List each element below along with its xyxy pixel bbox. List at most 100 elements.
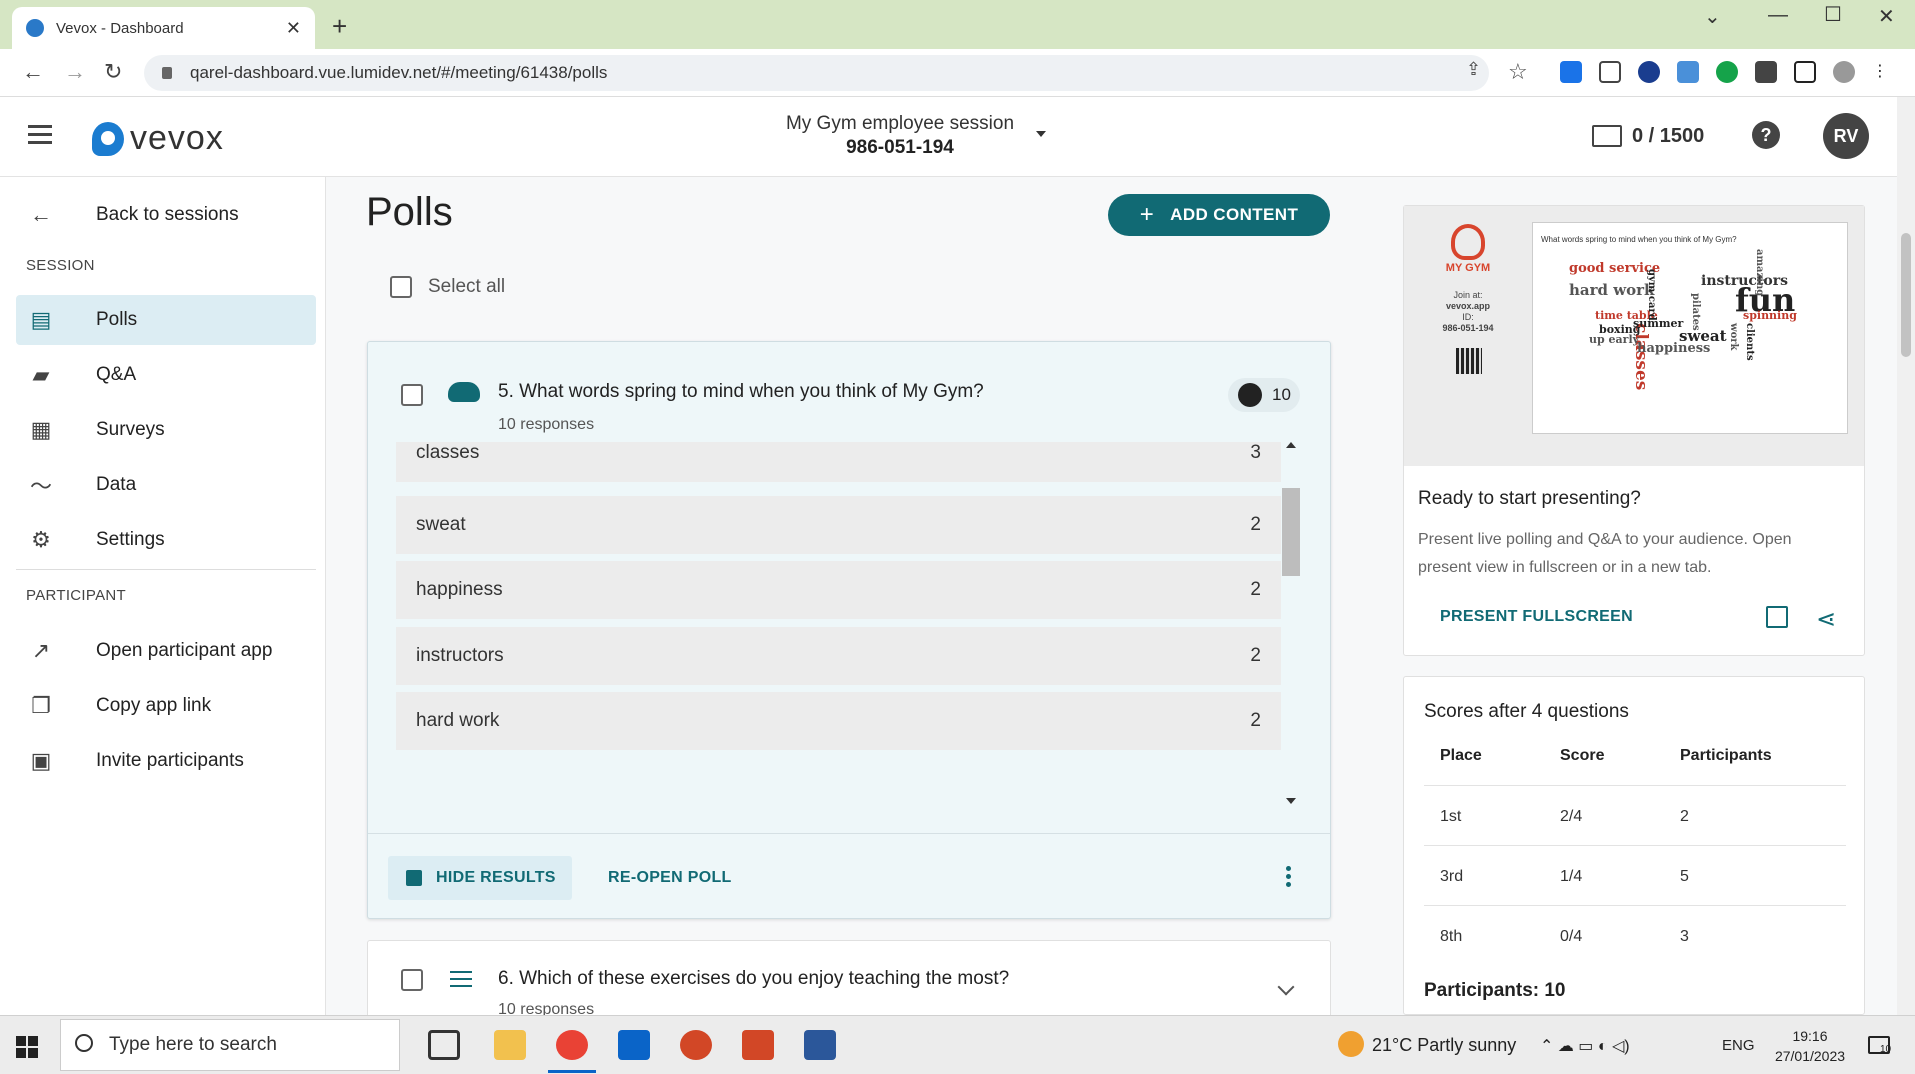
logo-text: vevox xyxy=(130,119,224,157)
calendar-icon: ▣ xyxy=(30,748,52,773)
poll-results-list[interactable]: classes 3 sweat 2 happiness 2 instructor… xyxy=(396,442,1281,816)
select-all-control[interactable]: Select all xyxy=(390,276,505,298)
language-indicator[interactable]: ENG xyxy=(1722,1037,1755,1054)
puzzle-extensions-icon[interactable] xyxy=(1755,61,1777,83)
sidebar-item-invite-participants[interactable]: ▣ Invite participants xyxy=(16,736,316,786)
close-window-icon[interactable]: ✕ xyxy=(1878,4,1895,29)
word-cloud-word: hard work xyxy=(1569,281,1655,299)
share-icon[interactable]: ⋖ xyxy=(1816,605,1836,634)
user-avatar[interactable]: RV xyxy=(1823,113,1869,159)
screenshot-extension-icon[interactable] xyxy=(1599,61,1621,83)
join-line: Join at: xyxy=(1453,290,1483,300)
chrome-icon[interactable] xyxy=(556,1030,588,1060)
present-fullscreen-button[interactable]: PRESENT FULLSCREEN xyxy=(1440,608,1633,626)
select-all-checkbox[interactable] xyxy=(390,276,412,298)
notifications-icon[interactable]: 10 xyxy=(1868,1036,1891,1055)
minimize-icon[interactable]: — xyxy=(1768,4,1788,27)
result-row: hard work 2 xyxy=(396,692,1281,750)
reload-icon[interactable]: ↻ xyxy=(104,59,122,85)
browser-tab[interactable]: Vevox - Dashboard ✕ xyxy=(12,7,315,49)
more-options-icon[interactable] xyxy=(1286,866,1292,890)
result-row: instructors 2 xyxy=(396,627,1281,685)
new-tab-button[interactable]: + xyxy=(332,11,347,42)
present-preview[interactable]: MY GYM Join at: vevox.app ID: 986-051-19… xyxy=(1404,206,1864,466)
add-content-label: ADD CONTENT xyxy=(1170,205,1299,224)
windows-start-icon[interactable] xyxy=(16,1036,38,1058)
browser-menu-icon[interactable]: ⋮ xyxy=(1872,61,1888,83)
expand-chevron-icon[interactable] xyxy=(1277,978,1295,996)
browser-titlebar: Vevox - Dashboard ✕ + ⌄ — ☐ ✕ xyxy=(0,0,1915,49)
grammarly-extension-icon[interactable] xyxy=(1716,61,1738,83)
slideshow-icon[interactable] xyxy=(742,1030,774,1060)
hide-results-button[interactable]: HIDE RESULTS xyxy=(388,856,572,900)
poll-card-6: 6. Which of these exercises do you enjoy… xyxy=(367,940,1331,1020)
back-to-sessions-link[interactable]: ← Back to sessions xyxy=(0,195,326,235)
session-id: 986-051-194 xyxy=(846,137,954,158)
reopen-poll-button[interactable]: RE-OPEN POLL xyxy=(608,869,732,887)
pen-extension-icon[interactable] xyxy=(1560,61,1582,83)
session-dropdown-caret-icon[interactable] xyxy=(1036,131,1046,137)
result-label: sweat xyxy=(416,514,466,535)
sidebar-item-data[interactable]: 〜 Data xyxy=(16,460,316,510)
sidebar-item-label: Data xyxy=(96,474,137,495)
profile-icon[interactable] xyxy=(1833,61,1855,83)
forward-arrow-icon[interactable]: → xyxy=(64,59,86,85)
sidebar-item-open-participant-app[interactable]: ↗ Open participant app xyxy=(16,626,316,676)
sidebar-item-settings[interactable]: ⚙ Settings xyxy=(16,515,316,565)
url-field[interactable]: qarel-dashboard.vue.lumidev.net/#/meetin… xyxy=(144,55,1489,91)
word-icon[interactable] xyxy=(804,1030,836,1060)
word-cloud-word: clients xyxy=(1744,323,1755,361)
side-panel-icon[interactable] xyxy=(1794,61,1816,83)
close-tab-icon[interactable]: ✕ xyxy=(286,18,301,39)
file-explorer-icon[interactable] xyxy=(494,1030,526,1060)
taskbar-clock[interactable]: 19:16 27/01/2023 xyxy=(1770,1026,1850,1066)
weather-text[interactable]: 21°C Partly sunny xyxy=(1372,1035,1516,1056)
vevox-logo-icon xyxy=(92,121,124,156)
sidebar-item-surveys[interactable]: ▦ Surveys xyxy=(16,405,316,455)
add-content-button[interactable]: + ADD CONTENT xyxy=(1108,194,1330,236)
task-view-icon[interactable] xyxy=(428,1030,460,1060)
score-value: 2/4 xyxy=(1560,808,1583,825)
save-extension-icon[interactable] xyxy=(1677,61,1699,83)
share-page-icon[interactable]: ⇪ xyxy=(1466,59,1481,80)
session-name[interactable]: My Gym employee session xyxy=(740,113,1060,135)
page-scrollbar[interactable] xyxy=(1897,97,1915,1015)
results-scrollbar-thumb[interactable] xyxy=(1282,488,1300,576)
open-new-tab-icon[interactable] xyxy=(1766,606,1788,628)
sidebar: ← Back to sessions SESSION ▤ Polls ▰ Q&A… xyxy=(0,177,326,1015)
poll-5-title[interactable]: 5. What words spring to mind when you th… xyxy=(498,381,984,403)
scroll-up-arrow-icon[interactable] xyxy=(1286,442,1296,448)
hamburger-menu-icon[interactable] xyxy=(28,125,52,144)
scroll-down-arrow-icon[interactable] xyxy=(1286,798,1296,804)
sidebar-item-label: Polls xyxy=(96,309,138,330)
result-label: instructors xyxy=(416,645,504,666)
my-gym-logo: MY GYM xyxy=(1440,224,1496,274)
card-divider xyxy=(368,833,1330,834)
system-tray-icons[interactable]: ⌃ ☁ ▭ ◐ ◁) xyxy=(1540,1036,1630,1056)
maximize-icon[interactable]: ☐ xyxy=(1824,2,1842,27)
tab-title: Vevox - Dashboard xyxy=(56,19,184,37)
scores-header-place: Place xyxy=(1440,747,1482,764)
taskbar-search[interactable]: Type here to search xyxy=(60,1019,400,1071)
sidebar-item-qa[interactable]: ▰ Q&A xyxy=(16,350,316,400)
result-value: 2 xyxy=(1250,645,1261,666)
poll-6-checkbox[interactable] xyxy=(401,969,423,991)
bookmark-star-icon[interactable]: ☆ xyxy=(1508,59,1528,85)
vevox-logo[interactable]: vevox xyxy=(92,119,224,158)
help-button[interactable]: ? xyxy=(1752,121,1780,149)
page-scrollbar-thumb[interactable] xyxy=(1901,233,1911,357)
powerpoint-icon[interactable] xyxy=(680,1030,712,1060)
score-value: 1/4 xyxy=(1560,868,1583,885)
outlook-icon[interactable] xyxy=(618,1030,650,1060)
shield-extension-icon[interactable] xyxy=(1638,61,1660,83)
sidebar-item-copy-app-link[interactable]: ❐ Copy app link xyxy=(16,681,316,731)
back-arrow-icon[interactable]: ← xyxy=(22,59,44,85)
polls-icon: ▤ xyxy=(30,307,52,332)
vevox-favicon-icon xyxy=(26,19,44,37)
scores-card: Scores after 4 questions Place Score Par… xyxy=(1403,676,1865,1015)
sidebar-item-polls[interactable]: ▤ Polls xyxy=(16,295,316,345)
poll-6-title[interactable]: 6. Which of these exercises do you enjoy… xyxy=(498,968,1009,990)
chevron-down-icon[interactable]: ⌄ xyxy=(1704,4,1721,29)
poll-5-checkbox[interactable] xyxy=(401,384,423,406)
join-line: 986-051-194 xyxy=(1442,323,1494,333)
